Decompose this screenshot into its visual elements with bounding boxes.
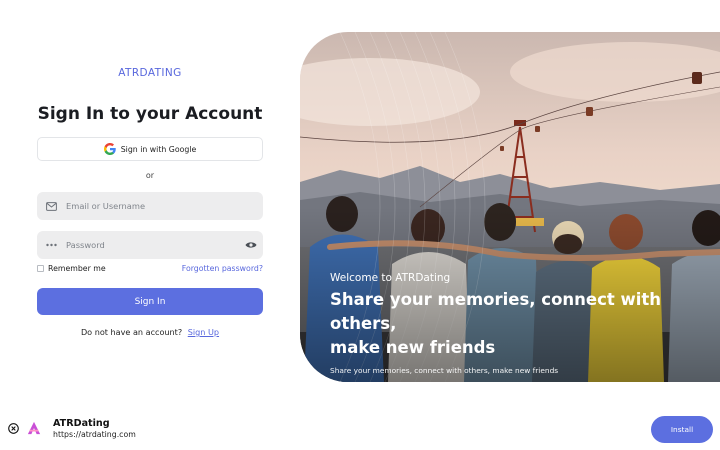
email-input[interactable] <box>66 201 263 211</box>
hero-subtitle: Share your memories, connect with others… <box>330 366 559 375</box>
forgot-password-link[interactable]: Forgotten password? <box>182 264 263 273</box>
remember-me-label: Remember me <box>48 264 106 273</box>
hero-headline: Share your memories, connect with others… <box>330 288 710 360</box>
close-circle-icon[interactable] <box>8 423 19 434</box>
hero-text-block: Welcome to ATRDating Share your memories… <box>330 272 710 375</box>
mail-icon <box>37 201 63 211</box>
app-url: https://atrdating.com <box>53 430 136 439</box>
remember-me-checkbox[interactable]: Remember me <box>37 264 106 273</box>
eye-icon[interactable] <box>239 241 263 249</box>
google-icon <box>103 143 116 155</box>
password-field[interactable] <box>37 231 263 259</box>
checkbox-box[interactable] <box>37 265 44 272</box>
or-divider: or <box>145 171 155 180</box>
password-input[interactable] <box>66 240 239 250</box>
no-account-text: Do not have an account? <box>80 327 183 337</box>
hero-headline-line2: make new friends <box>330 338 496 357</box>
sign-in-button[interactable]: Sign In <box>37 288 263 315</box>
google-signin-button[interactable]: Sign in with Google <box>37 137 263 161</box>
password-dots-icon <box>37 243 63 247</box>
page-title: Sign In to your Account <box>37 104 263 124</box>
hero-welcome: Welcome to ATRDating <box>330 272 451 284</box>
email-field[interactable] <box>37 192 263 220</box>
signup-row: Do not have an account? Sign Up <box>37 327 263 337</box>
app-logo-icon <box>27 421 41 435</box>
brand-logo-text: ATRDATING <box>118 67 182 79</box>
hero-headline-line1: Share your memories, connect with others… <box>330 290 662 333</box>
sign-up-link[interactable]: Sign Up <box>188 327 219 337</box>
install-bar: ATRDating https://atrdating.com Install <box>0 408 720 450</box>
hero-image-panel: Welcome to ATRDating Share your memories… <box>300 32 720 382</box>
install-button[interactable]: Install <box>651 416 713 443</box>
app-name: ATRDating <box>53 418 110 429</box>
google-signin-label: Sign in with Google <box>120 144 197 154</box>
